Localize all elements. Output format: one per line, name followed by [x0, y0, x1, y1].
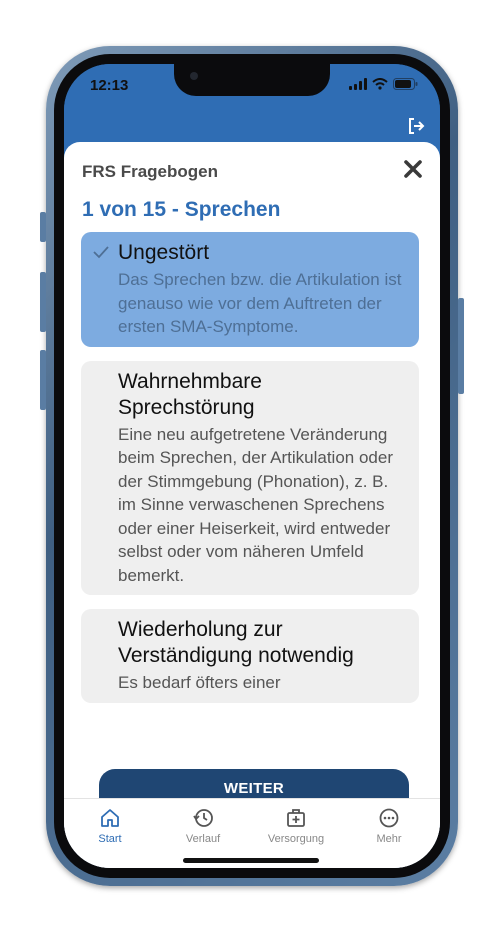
answer-option[interactable]: Wiederholung zur Verständigung notwendig…: [81, 609, 419, 703]
camera-icon: [190, 72, 198, 80]
answer-option[interactable]: Wahrnehmbare Sprechstörung Eine neu aufg…: [81, 360, 419, 595]
wifi-icon: [372, 78, 388, 90]
answer-option-description: Das Sprechen bzw. die Artikulation ist g…: [118, 270, 402, 336]
answer-option-title: Ungestört: [118, 241, 210, 264]
screen: 12:13 FRS Fragebogen 1 von 15 - Sprechen…: [64, 64, 440, 868]
status-icons: [349, 78, 418, 90]
tab-label: Start: [98, 833, 122, 845]
tab-start[interactable]: Start: [70, 807, 150, 845]
home-icon: [101, 809, 119, 827]
answer-option-title: Wiederholung zur Verständigung notwendig: [118, 618, 354, 667]
answer-option-description: Es bedarf öfters einer: [118, 673, 281, 692]
answer-options: Ungestört Das Sprechen bzw. die Artikula…: [81, 232, 419, 753]
questionnaire-sheet: FRS Fragebogen 1 von 15 - Sprechen Unges…: [64, 142, 440, 868]
home-indicator: [183, 858, 319, 863]
question-title: 1 von 15 - Sprechen: [82, 198, 281, 221]
signal-icon: [349, 78, 367, 90]
logout-icon: [409, 118, 425, 134]
answer-option-description: Eine neu aufgetretene Veränderung beim S…: [118, 424, 393, 585]
answer-option[interactable]: Ungestört Das Sprechen bzw. die Artikula…: [81, 232, 419, 347]
tab-label: Verlauf: [185, 833, 221, 845]
notch: [174, 64, 330, 96]
mute-switch: [40, 212, 46, 242]
status-time: 12:13: [90, 77, 129, 94]
tab-verlauf[interactable]: Verlauf: [163, 807, 243, 845]
medical-kit-icon: [287, 809, 305, 827]
logout-button[interactable]: [406, 116, 426, 136]
volume-up-button: [40, 272, 46, 332]
tab-mehr[interactable]: Mehr: [349, 807, 429, 845]
more-icon: [379, 808, 399, 828]
close-button[interactable]: [402, 158, 424, 180]
tab-label: Mehr: [376, 833, 402, 845]
sheet-title: FRS Fragebogen: [82, 162, 219, 181]
tab-label: Versorgung: [267, 833, 325, 845]
checkmark-icon: [93, 246, 109, 259]
close-icon: [404, 160, 422, 178]
tab-versorgung[interactable]: Versorgung: [256, 807, 336, 845]
history-icon: [193, 809, 213, 827]
power-button: [458, 298, 464, 394]
battery-icon: [393, 78, 418, 90]
answer-option-title: Wahrnehmbare Sprechstörung: [118, 369, 262, 419]
volume-down-button: [40, 350, 46, 410]
